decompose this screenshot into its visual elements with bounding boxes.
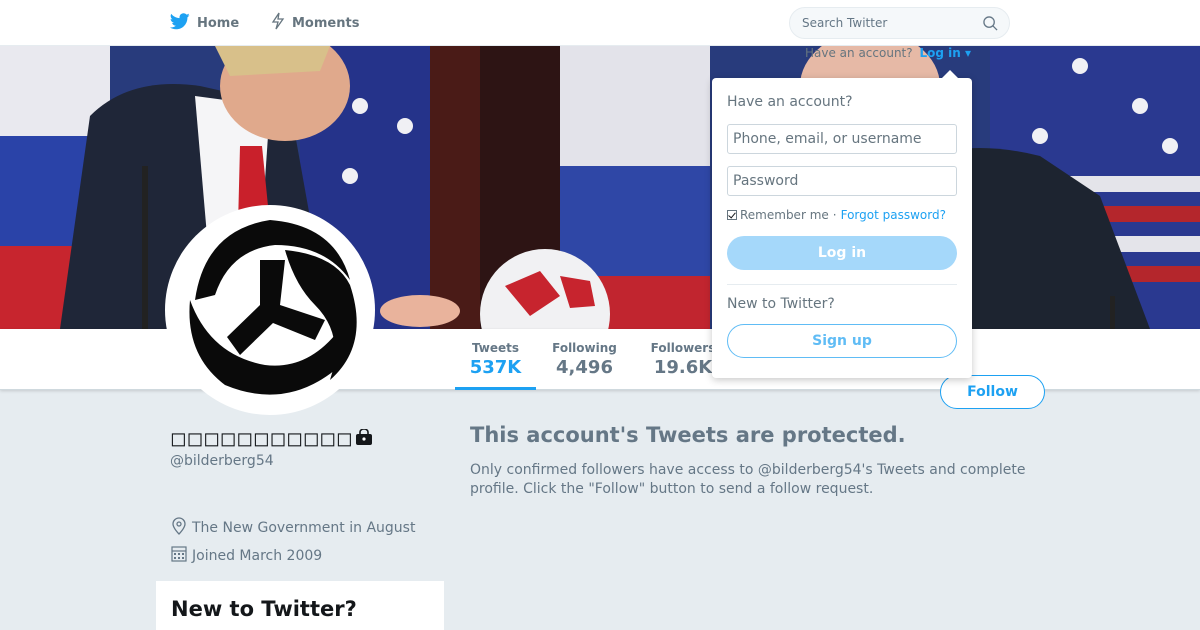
- remember-checkbox[interactable]: [727, 210, 737, 220]
- nav-home[interactable]: Home: [169, 0, 240, 46]
- login-heading: Have an account?: [727, 94, 853, 110]
- stat-value: 537K: [469, 357, 522, 378]
- profile-joined: Joined March 2009: [171, 545, 322, 566]
- stat-following[interactable]: Following 4,496: [547, 329, 622, 390]
- nav-moments-label: Moments: [292, 15, 360, 31]
- new-to-twitter-heading: New to Twitter?: [727, 296, 835, 312]
- protected-text: Only confirmed followers have access to …: [470, 462, 1026, 497]
- forgot-password-link[interactable]: Forgot password?: [841, 208, 946, 222]
- profile-location: The New Government in August: [171, 517, 415, 539]
- divider: [727, 284, 957, 285]
- stat-label: Tweets: [471, 341, 520, 355]
- nav-moments[interactable]: Moments: [271, 0, 359, 46]
- stat-label: Following: [552, 341, 617, 355]
- profile-name: ◻◻◻◻◻◻◻◻◻◻◻: [170, 426, 373, 450]
- search-icon[interactable]: [983, 16, 998, 35]
- profile-handle[interactable]: @bilderberg54: [170, 453, 274, 469]
- search-box[interactable]: [789, 7, 1010, 39]
- stat-value: 4,496: [556, 357, 613, 378]
- location-text: The New Government in August: [192, 520, 416, 536]
- new-to-twitter-title: New to Twitter?: [171, 597, 357, 621]
- password-field[interactable]: [727, 166, 957, 196]
- top-nav-bar: Home Moments: [0, 0, 1200, 46]
- stat-label: Followers: [650, 341, 716, 355]
- login-dropdown-link[interactable]: Log in ▾: [919, 46, 971, 60]
- have-account-text: Have an account?: [805, 46, 913, 60]
- stat-followers[interactable]: Followers 19.6K: [645, 329, 721, 390]
- calendar-icon: [171, 545, 192, 566]
- remember-row: Remember me · Forgot password?: [727, 208, 946, 222]
- have-account-prompt: Have an account? Log in ▾: [805, 46, 971, 60]
- profile-name-text: ◻◻◻◻◻◻◻◻◻◻◻: [170, 426, 353, 450]
- avatar[interactable]: [165, 205, 375, 415]
- separator-dot: ·: [832, 208, 837, 222]
- stat-value: 19.6K: [653, 357, 713, 378]
- signup-button[interactable]: Sign up: [727, 324, 957, 358]
- dropdown-caret: [941, 70, 959, 79]
- joined-text: Joined March 2009: [192, 547, 323, 564]
- remember-label[interactable]: Remember me: [740, 208, 829, 222]
- login-dropdown: Have an account? Remember me · Forgot pa…: [712, 78, 972, 378]
- moments-bolt-icon: [271, 12, 285, 34]
- location-pin-icon: [171, 517, 192, 539]
- follow-button[interactable]: Follow: [940, 375, 1045, 409]
- lock-icon: [355, 426, 373, 450]
- stat-tweets[interactable]: Tweets 537K: [455, 329, 536, 390]
- nav-home-label: Home: [197, 15, 240, 31]
- username-field[interactable]: [727, 124, 957, 154]
- login-button[interactable]: Log in: [727, 236, 957, 270]
- search-input[interactable]: [802, 14, 972, 32]
- twitter-bird-icon: [169, 12, 190, 34]
- protected-title: This account's Tweets are protected.: [470, 423, 906, 447]
- new-to-twitter-box: New to Twitter?: [156, 581, 444, 630]
